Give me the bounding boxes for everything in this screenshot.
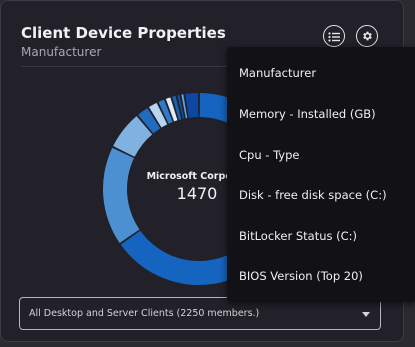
menu-item-manufacturer[interactable]: Manufacturer	[239, 66, 316, 80]
list-icon	[328, 27, 340, 46]
collection-select-value: All Desktop and Server Clients (2250 mem…	[29, 308, 260, 319]
menu-item-disk-free-space[interactable]: Disk - free disk space (C:)	[239, 188, 387, 202]
menu-item-cpu-type[interactable]: Cpu - Type	[239, 148, 300, 162]
settings-button[interactable]	[356, 25, 378, 47]
menu-item-bios-version[interactable]: BIOS Version (Top 20)	[239, 269, 363, 283]
chevron-down-icon	[362, 312, 370, 317]
donut-slice-10[interactable]	[185, 93, 199, 118]
menu-item-bitlocker-status[interactable]: BitLocker Status (C:)	[239, 229, 357, 243]
list-view-button[interactable]	[323, 25, 345, 47]
property-dropdown-menu: Manufacturer Memory - Installed (GB) Cpu…	[227, 47, 415, 302]
donut-slice-1[interactable]	[102, 147, 140, 243]
gear-icon	[361, 27, 373, 46]
menu-item-memory-installed[interactable]: Memory - Installed (GB)	[239, 107, 376, 121]
card-title: Client Device Properties	[21, 24, 226, 42]
header-divider	[21, 66, 233, 67]
card-subtitle: Manufacturer	[21, 45, 102, 59]
